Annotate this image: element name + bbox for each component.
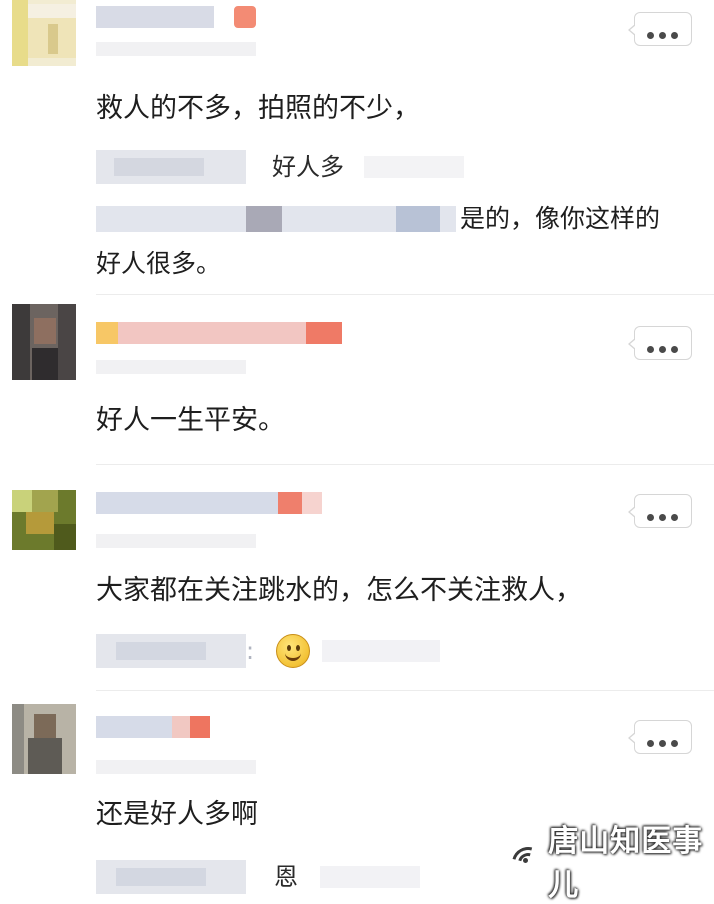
reply-text: 恩 — [274, 863, 298, 891]
reply-text: 好人多 — [272, 153, 344, 181]
divider — [96, 690, 714, 691]
comment-3: 大家都在关注跳水的，怎么不关注救人， : — [0, 466, 714, 688]
username[interactable] — [96, 716, 216, 738]
more-dots-icon — [647, 340, 683, 358]
more-button[interactable] — [628, 494, 692, 528]
avatar[interactable] — [12, 0, 76, 66]
smiley-face-icon — [276, 634, 310, 668]
username[interactable] — [96, 322, 342, 344]
comment-2: 好人一生平安。 — [0, 296, 714, 462]
reply-1[interactable]: 恩 — [96, 860, 426, 894]
more-dots-icon — [647, 26, 683, 44]
more-button[interactable] — [628, 12, 692, 46]
comment-text: 好人一生平安。 — [96, 405, 285, 436]
comment-meta — [96, 534, 256, 548]
reply-2[interactable]: 是的，像你这样的好人很多。 — [96, 196, 696, 286]
more-button[interactable] — [628, 720, 692, 754]
avatar[interactable] — [12, 490, 76, 550]
comment-text: 大家都在关注跳水的，怎么不关注救人， — [96, 575, 582, 606]
comment-meta — [96, 360, 246, 374]
comment-meta — [96, 760, 256, 774]
avatar[interactable] — [12, 704, 76, 774]
reply-1[interactable]: : — [96, 634, 446, 668]
reply-1[interactable]: 好人多 — [96, 150, 496, 184]
more-dots-icon — [647, 734, 683, 752]
watermark: 唐山知医事儿 — [506, 824, 714, 903]
reply-text: : — [246, 637, 255, 665]
comment-meta — [96, 42, 256, 56]
username[interactable] — [96, 492, 322, 514]
comment-text: 救人的不多，拍照的不少， — [96, 93, 420, 124]
divider — [96, 294, 714, 295]
username[interactable] — [96, 6, 266, 28]
divider — [96, 464, 714, 465]
more-button[interactable] — [628, 326, 692, 360]
wechat-logo-icon — [506, 841, 550, 885]
avatar[interactable] — [12, 304, 76, 380]
comment-1: 救人的不多，拍照的不少， 好人多 是的，像你这样的好人很多。 — [0, 0, 714, 292]
reply-author-blur-dark — [246, 206, 282, 232]
more-dots-icon — [647, 508, 683, 526]
watermark-text: 唐山知医事儿 — [548, 824, 704, 903]
reply-author-blur-mid — [396, 206, 440, 232]
